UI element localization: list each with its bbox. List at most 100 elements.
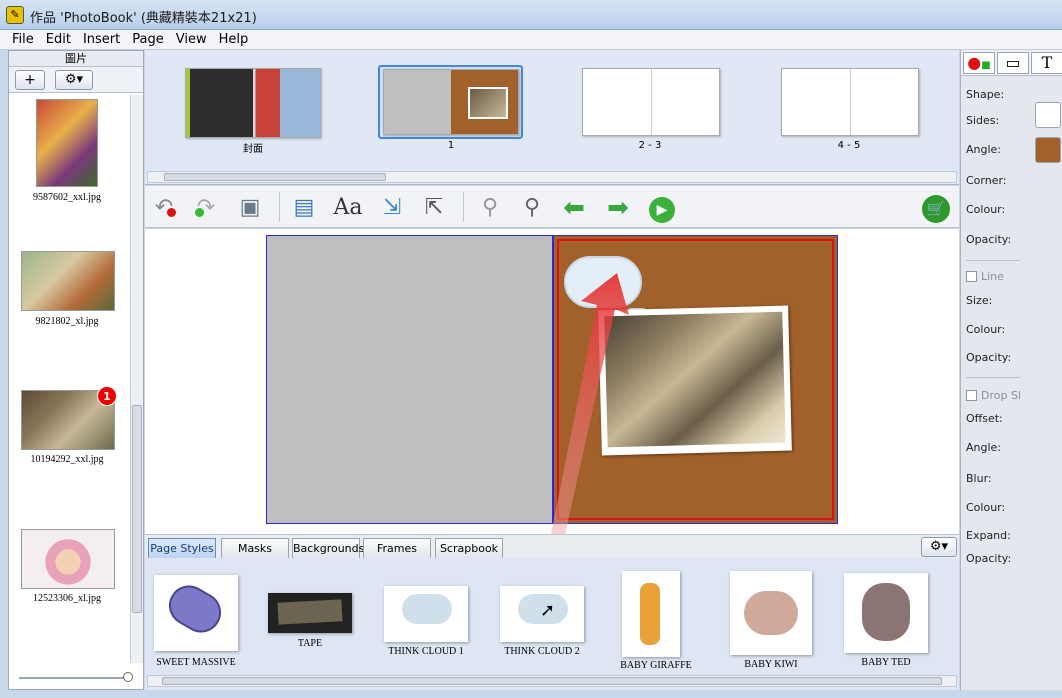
window-title: 作品 'PhotoBook' (典藏精裝本21x21) bbox=[30, 11, 257, 26]
expand-label: Expand: bbox=[966, 529, 1011, 542]
page-thumbnail-2-3[interactable] bbox=[582, 68, 720, 136]
gallery-scrollbar[interactable] bbox=[147, 675, 957, 687]
style-item-think-cloud-1[interactable] bbox=[384, 586, 468, 642]
shape-label: Shape: bbox=[966, 88, 1005, 101]
filmstrip-scrollbar[interactable] bbox=[147, 171, 957, 183]
menu-insert[interactable]: Insert bbox=[77, 30, 126, 50]
offset-label: Offset: bbox=[966, 412, 1003, 425]
page-label: 4 - 5 bbox=[837, 140, 861, 151]
photo-filename: 9587602_xxl.jpg bbox=[32, 192, 102, 203]
frame-tab-icon[interactable]: ▭ bbox=[997, 52, 1029, 74]
menu-help[interactable]: Help bbox=[213, 30, 255, 50]
divider bbox=[966, 260, 1020, 261]
style-item-think-cloud-2[interactable]: ➚ bbox=[500, 586, 584, 642]
styles-settings-button[interactable]: ⚙▾ bbox=[921, 537, 957, 557]
photo-thumbnail[interactable] bbox=[36, 99, 98, 187]
photo-thumbnail[interactable] bbox=[21, 529, 115, 589]
style-label: BABY TED bbox=[861, 657, 911, 668]
page-thumbnail-4-5[interactable] bbox=[781, 68, 919, 136]
shadow-angle-label: Angle: bbox=[966, 441, 1002, 454]
add-text-icon[interactable]: Aa bbox=[333, 194, 363, 222]
fill-colour-swatch[interactable] bbox=[1035, 137, 1061, 163]
text-tab-icon[interactable]: T bbox=[1031, 52, 1062, 74]
menu-file[interactable]: File bbox=[6, 30, 40, 50]
menu-edit[interactable]: Edit bbox=[40, 30, 77, 50]
shape-tab-icon[interactable]: ●■ bbox=[963, 52, 995, 74]
play-icon[interactable]: ▶ bbox=[647, 194, 677, 223]
menu-bar: File Edit Insert Page View Help bbox=[0, 30, 1062, 50]
tab-backgrounds[interactable]: Backgrounds bbox=[292, 538, 364, 558]
line-label: Line bbox=[981, 270, 1004, 283]
sides-label: Sides: bbox=[966, 114, 1000, 127]
redo-icon[interactable]: ↷ bbox=[191, 194, 221, 222]
toolbar-separator bbox=[463, 192, 464, 222]
gear-icon: ⚙▾ bbox=[64, 72, 84, 87]
page-canvas[interactable] bbox=[145, 229, 959, 534]
opacity-label: Opacity: bbox=[966, 233, 1012, 246]
menu-page[interactable]: Page bbox=[126, 30, 169, 50]
style-item-sweet-massive[interactable] bbox=[154, 575, 238, 651]
app-icon: ✎ bbox=[6, 6, 24, 24]
page-thumbnail-1[interactable] bbox=[383, 69, 519, 135]
colour-label: Colour: bbox=[966, 203, 1006, 216]
photo-placeholder bbox=[468, 87, 508, 119]
photo-filename: 10194292_xxl.jpg bbox=[30, 454, 104, 465]
undo-icon[interactable]: ↶ bbox=[149, 194, 179, 222]
zoom-out-icon[interactable]: ⚲ bbox=[475, 194, 505, 222]
photos-settings-button[interactable]: ⚙▾ bbox=[55, 70, 93, 90]
add-photo-button[interactable]: + bbox=[15, 70, 45, 90]
title-bar: ✎ 作品 'PhotoBook' (典藏精裝本21x21) bbox=[0, 0, 1062, 30]
tab-frames[interactable]: Frames bbox=[363, 538, 431, 558]
menu-view[interactable]: View bbox=[170, 30, 213, 50]
size-label: Size: bbox=[966, 294, 993, 307]
gear-icon: ⚙▾ bbox=[929, 539, 949, 554]
line-checkbox[interactable] bbox=[966, 271, 977, 282]
tab-scrapbook[interactable]: Scrapbook bbox=[435, 538, 503, 558]
style-label: BABY GIRAFFE bbox=[620, 660, 692, 671]
style-item-tape[interactable] bbox=[268, 593, 352, 633]
style-item-baby-kiwi[interactable] bbox=[730, 571, 812, 655]
angle-label: Angle: bbox=[966, 143, 1002, 156]
page-thumbnail-cover[interactable] bbox=[185, 68, 321, 138]
export-icon[interactable]: ⇱ bbox=[419, 194, 449, 222]
next-page-icon[interactable]: ➡ bbox=[603, 194, 633, 222]
mouse-cursor-icon: ➚ bbox=[540, 600, 556, 621]
prev-page-icon[interactable]: ⬅ bbox=[559, 194, 589, 222]
properties-tabs: ●■ ▭ T bbox=[961, 50, 1062, 76]
thumbnail-size-slider[interactable] bbox=[19, 677, 131, 679]
usage-count-badge: 1 bbox=[97, 386, 117, 406]
style-label: THINK CLOUD 1 bbox=[388, 646, 464, 657]
line-opacity-label: Opacity: bbox=[966, 351, 1012, 364]
styles-gallery: SWEET MASSIVE TAPE THINK CLOUD 1 ➚ THINK… bbox=[145, 558, 959, 690]
cart-icon[interactable]: 🛒 bbox=[921, 194, 951, 223]
page-filmstrip: 封面 1 2 - 3 4 - 5 bbox=[145, 50, 959, 185]
line-colour-swatch[interactable] bbox=[1035, 102, 1061, 128]
page-label: 封面 bbox=[243, 144, 263, 155]
photo-thumbnail[interactable] bbox=[21, 251, 115, 311]
drop-shadow-checkbox[interactable] bbox=[966, 390, 977, 401]
tab-page-styles[interactable]: Page Styles bbox=[148, 538, 216, 558]
shadow-colour-label: Colour: bbox=[966, 501, 1006, 514]
editor-toolbar: ↶ ↷ ▣ ▤ Aa ⇲ ⇱ ⚲ ⚲ ⬅ ➡ ▶ 🛒 bbox=[145, 186, 959, 228]
corner-label: Corner: bbox=[966, 174, 1007, 187]
filmstrip-scrollbar-thumb[interactable] bbox=[164, 173, 386, 181]
gallery-scrollbar-thumb[interactable] bbox=[162, 677, 942, 685]
styles-tabs: Page Styles Masks Backgrounds Frames Scr… bbox=[145, 534, 959, 558]
photos-scrollbar[interactable] bbox=[130, 95, 143, 663]
photos-panel-tools: + ⚙▾ bbox=[9, 67, 143, 93]
style-label: TAPE bbox=[297, 638, 323, 649]
photos-scrollbar-thumb[interactable] bbox=[132, 405, 142, 613]
line-colour-label: Colour: bbox=[966, 323, 1006, 336]
style-item-baby-giraffe[interactable] bbox=[622, 571, 680, 657]
tab-masks[interactable]: Masks bbox=[221, 538, 289, 558]
photo-filename: 9821802_xl.jpg bbox=[35, 316, 99, 327]
add-photo-icon[interactable]: ▤ bbox=[289, 194, 319, 222]
style-label: SWEET MASSIVE bbox=[156, 657, 236, 668]
style-label: BABY KIWI bbox=[744, 659, 798, 670]
style-item-baby-ted[interactable] bbox=[844, 573, 928, 653]
thumbnail-size-slider-handle[interactable] bbox=[123, 672, 133, 682]
zoom-in-icon[interactable]: ⚲ bbox=[517, 194, 547, 222]
import-icon[interactable]: ⇲ bbox=[377, 194, 407, 222]
divider bbox=[966, 377, 1020, 378]
save-icon[interactable]: ▣ bbox=[235, 194, 265, 222]
